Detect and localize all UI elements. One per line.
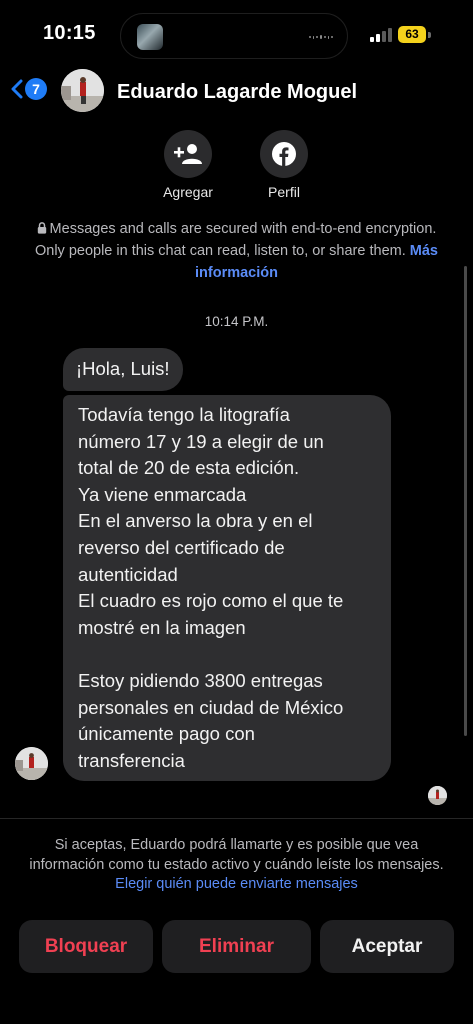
avatar-photo [428, 786, 447, 805]
block-button[interactable]: Bloquear [19, 920, 153, 973]
message-line: personales en ciudad de México [78, 696, 344, 718]
divider [0, 818, 473, 819]
audio-waveform-icon [309, 34, 334, 40]
message-line: En el anverso la obra y en el [78, 510, 313, 532]
message-line: Todavía tengo la litografía [78, 404, 290, 425]
battery-level: 63 [398, 26, 426, 43]
chevron-left-icon [11, 79, 23, 99]
encryption-text: Messages and calls are secured with end-… [34, 221, 437, 259]
status-time: 10:15 [43, 22, 96, 44]
encryption-notice: Messages and calls are secured with end-… [20, 218, 453, 284]
message-line: transferencia [78, 749, 185, 771]
message-line: total de 20 de esta edición. [78, 457, 300, 479]
accept-button[interactable]: Aceptar [320, 920, 454, 973]
back-button[interactable]: 7 [10, 78, 47, 100]
now-playing-artwork [137, 24, 163, 50]
unread-count-badge: 7 [25, 78, 47, 100]
seen-receipt-avatar [428, 786, 447, 805]
add-contact-action[interactable]: Agregar [143, 130, 233, 200]
message-line: mostré en la imagen [78, 616, 246, 638]
status-bar: 10:15 63 [0, 0, 473, 70]
cellular-signal-icon [370, 27, 394, 42]
facebook-icon [272, 142, 296, 166]
profile-action[interactable]: Perfil [239, 130, 329, 200]
sender-avatar[interactable] [15, 747, 48, 780]
contact-avatar[interactable] [61, 69, 104, 112]
delete-button[interactable]: Eliminar [162, 920, 311, 973]
avatar-photo [15, 747, 48, 780]
message-bubble[interactable]: ¡Hola, Luis! [63, 348, 183, 391]
message-line: reverso del certificado de [78, 536, 285, 558]
message-line: únicamente pago con [78, 723, 255, 745]
who-can-message-link[interactable]: Elegir quién puede enviarte mensajes [115, 876, 358, 892]
profile-button[interactable] [260, 130, 308, 178]
request-info-text: Si aceptas, Eduardo podrá llamarte y es … [29, 837, 444, 873]
profile-label: Perfil [268, 184, 300, 200]
add-contact-button[interactable] [164, 130, 212, 178]
message-line: número 17 y 19 a elegir de un [78, 430, 324, 452]
lock-icon [37, 222, 46, 234]
chat-header: 7 Eduardo Lagarde Moguel [0, 62, 473, 120]
message-line: Estoy pidiendo 3800 entregas [78, 669, 323, 691]
message-timestamp: 10:14 P.M. [204, 314, 269, 329]
contact-name[interactable]: Eduardo Lagarde Moguel [117, 81, 357, 104]
avatar-photo [61, 69, 104, 112]
add-person-icon [174, 144, 202, 164]
scrollbar[interactable] [464, 266, 467, 736]
battery-cap [428, 31, 431, 38]
message-line: Ya viene enmarcada [78, 483, 247, 505]
battery-icon: 63 [398, 26, 431, 43]
message-line: autenticidad [78, 563, 178, 585]
message-request-info: Si aceptas, Eduardo podrá llamarte y es … [22, 836, 451, 895]
message-line: El cuadro es rojo como el que te [78, 590, 344, 612]
dynamic-island[interactable] [120, 13, 348, 59]
message-bubble[interactable]: Todavía tengo la litografía número 17 y … [63, 395, 391, 781]
add-contact-label: Agregar [163, 184, 213, 200]
